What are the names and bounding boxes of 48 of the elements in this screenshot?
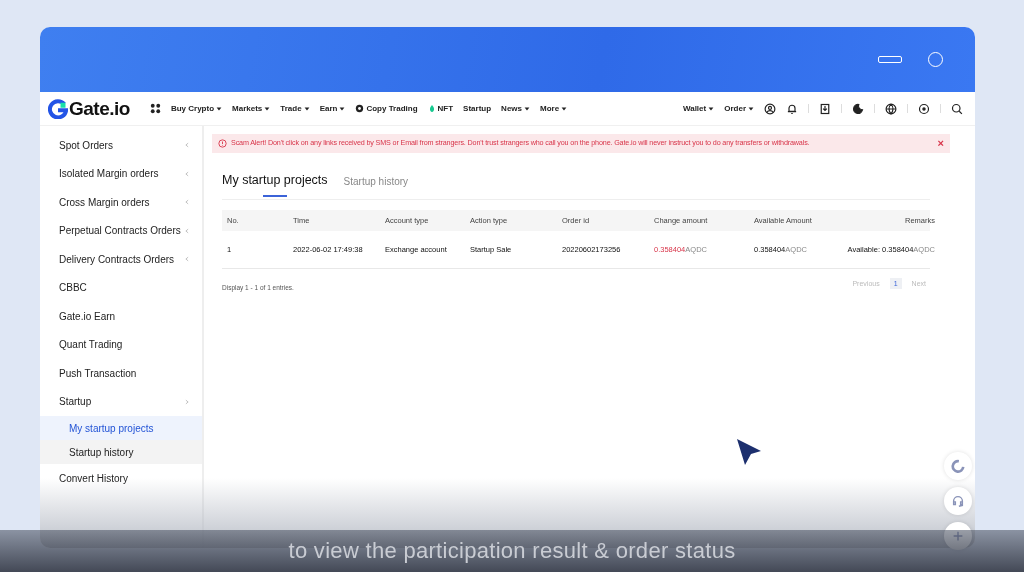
cursor-icon	[735, 437, 763, 467]
sidebar-item[interactable]: Cross Margin orders	[40, 188, 202, 217]
nav-link[interactable]: Buy Crypto	[170, 104, 223, 113]
caret-icon	[561, 105, 568, 112]
headset-icon	[951, 494, 965, 508]
sidebar-item[interactable]: Isolated Margin orders	[40, 159, 202, 188]
globe-icon[interactable]	[885, 102, 897, 115]
nav-link[interactable]: Copy Trading	[355, 104, 418, 113]
nav-link[interactable]: Order	[724, 104, 754, 113]
grid-icon[interactable]	[149, 103, 161, 114]
caret-icon	[303, 105, 310, 112]
nav-link[interactable]: More	[540, 104, 568, 113]
sidebar-item[interactable]: Spot Orders	[40, 131, 202, 160]
target-icon[interactable]	[918, 102, 930, 115]
minimize-icon[interactable]	[878, 56, 902, 63]
sidebar-item[interactable]: Quant Trading	[40, 330, 202, 359]
nav-link[interactable]: Wallet	[682, 104, 715, 113]
user-icon[interactable]	[764, 102, 776, 115]
nav-link[interactable]: Startup	[463, 104, 492, 113]
caret-icon	[748, 105, 754, 112]
caret-icon	[216, 105, 223, 112]
sidebar-item[interactable]: Startup	[40, 387, 202, 416]
download-icon[interactable]	[819, 102, 831, 115]
bell-icon[interactable]	[786, 102, 798, 115]
nav-link[interactable]: Markets	[232, 104, 271, 113]
caret-icon	[264, 105, 271, 112]
leaf-icon	[427, 104, 436, 113]
close-button[interactable]: ×	[937, 138, 944, 149]
caret-icon	[524, 105, 530, 112]
caret-icon	[339, 105, 346, 112]
nav-link[interactable]: Earn	[319, 104, 346, 113]
sidebar-item[interactable]: Push Transaction	[40, 359, 202, 388]
tab[interactable]: Startup history	[343, 169, 409, 199]
nav-link[interactable]: News	[501, 104, 530, 113]
caret-icon	[708, 105, 715, 112]
logo-icon	[48, 98, 68, 119]
sidebar-subitem[interactable]: My startup projects	[40, 416, 202, 440]
search-icon[interactable]	[951, 102, 963, 115]
sidebar-item[interactable]: CBBC	[40, 273, 202, 302]
warning-icon	[218, 139, 227, 148]
nav-link[interactable]: NFT	[427, 104, 454, 113]
sidebar-item[interactable]: Perpetual Contracts Orders	[40, 216, 202, 245]
sidebar-subitem[interactable]: Startup history	[40, 440, 202, 464]
nav-link[interactable]: Trade	[280, 104, 310, 113]
sidebar-item[interactable]: Delivery Contracts Orders	[40, 245, 202, 274]
sidebar-item[interactable]: Gate.io Earn	[40, 302, 202, 331]
logo-text[interactable]: Gate.io	[69, 97, 130, 120]
caption-text: to view the participation result & order status	[288, 538, 736, 564]
